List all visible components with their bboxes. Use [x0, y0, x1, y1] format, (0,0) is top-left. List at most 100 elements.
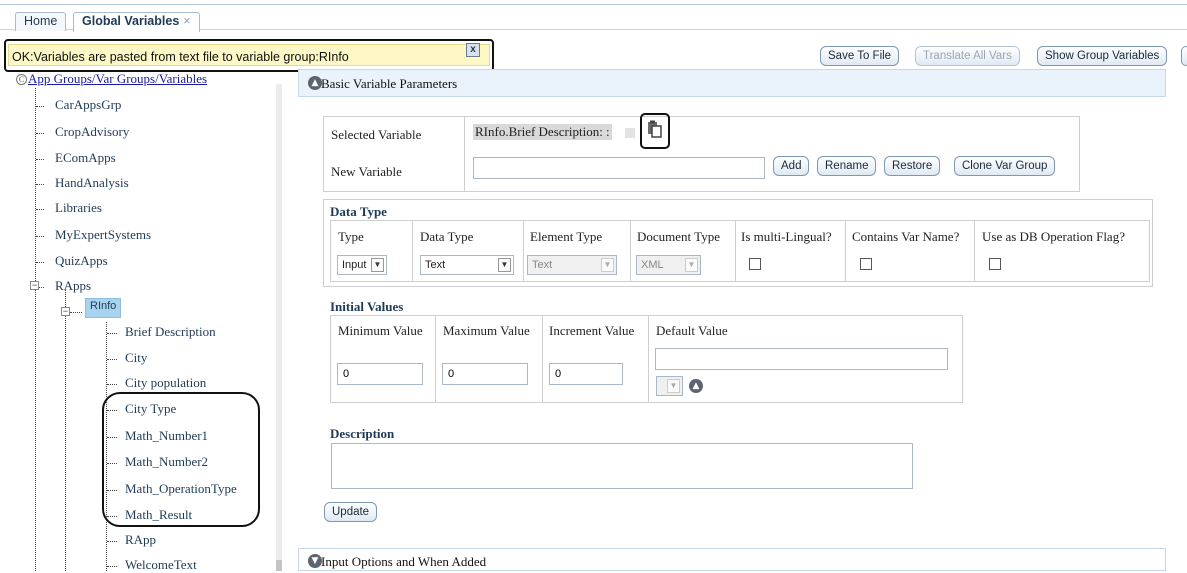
increment-value-input[interactable]	[549, 363, 623, 385]
document-type-select-value: XML	[641, 259, 664, 271]
header-contains-var-name: Contains Var Name?	[852, 229, 960, 244]
chevron-down-icon: ▼	[667, 379, 680, 393]
tree-connector	[107, 541, 117, 542]
header-element-type: Element Type	[530, 229, 603, 244]
tree-root-label[interactable]: App Groups/Var Groups/Variables	[28, 71, 207, 86]
tree-group-item[interactable]: Libraries	[55, 200, 102, 216]
tree-group-item[interactable]: CarAppsGrp	[55, 97, 121, 113]
input-options-header[interactable]: ▼ Input Options and When Added	[298, 548, 1166, 571]
expand-chevron-icon[interactable]: ▼	[308, 554, 322, 568]
variable-box-divider	[464, 116, 465, 192]
default-value-input[interactable]	[655, 348, 948, 370]
new-variable-input[interactable]	[473, 157, 765, 179]
chevron-down-icon: ▼	[371, 258, 384, 272]
new-variable-label: New Variable	[331, 164, 402, 179]
multi-lingual-checkbox[interactable]	[749, 258, 761, 270]
collapse-icon[interactable]: −	[30, 281, 39, 290]
db-operation-flag-checkbox[interactable]	[989, 258, 1001, 270]
notification-close-icon[interactable]: x	[466, 43, 480, 57]
rename-button[interactable]: Rename	[817, 156, 877, 176]
tree-connector	[107, 359, 117, 360]
document-type-select[interactable]: XML ▼	[636, 255, 701, 275]
initial-values-heading: Initial Values	[330, 299, 404, 314]
tab-home[interactable]: Home	[15, 12, 67, 31]
default-value-select[interactable]: ▼	[656, 376, 683, 396]
show-group-variables-button[interactable]: Show Group Variables	[1037, 46, 1168, 66]
tree-connector	[36, 106, 44, 107]
chevron-down-icon: ▼	[498, 258, 511, 272]
header-document-type: Document Type	[637, 229, 720, 244]
maximum-value-input[interactable]	[442, 363, 528, 385]
col-divider	[845, 220, 846, 282]
update-button[interactable]: Update	[324, 502, 378, 522]
collapse-chevron-icon[interactable]: ▲	[308, 76, 322, 90]
save-to-file-button[interactable]: Save To File	[820, 46, 900, 66]
tree-group-item[interactable]: RApps	[55, 278, 91, 294]
type-select-value: Input	[342, 259, 367, 271]
tab-strip: Home Global Variables ×	[0, 0, 1187, 32]
element-type-select-value: Text	[532, 259, 553, 271]
default-value-chevron-icon[interactable]: ▲	[689, 379, 703, 393]
tree-connector	[36, 184, 44, 185]
chevron-down-icon: ▼	[601, 258, 614, 272]
tree-group-item[interactable]: QuizApps	[55, 253, 108, 269]
tree-connector	[36, 159, 44, 160]
tree-connector	[107, 566, 117, 567]
highlight-circle	[102, 392, 260, 527]
tree-group-item[interactable]: MyExpertSystems	[55, 227, 151, 243]
header-type: Type	[338, 229, 364, 244]
selected-variable-label: Selected Variable	[331, 127, 422, 142]
data-type-select[interactable]: Text ▼	[420, 255, 514, 275]
tab-global-variables[interactable]: Global Variables ×	[73, 12, 200, 32]
tree-variable-item[interactable]: Brief Description	[125, 324, 216, 340]
col-divider	[630, 220, 631, 282]
tree-group-item[interactable]: HandAnalysis	[55, 175, 129, 191]
header-minimum-value: Minimum Value	[338, 323, 423, 338]
contains-var-name-checkbox[interactable]	[860, 258, 872, 270]
header-multi-lingual: Is multi-Lingual?	[741, 229, 832, 244]
type-select[interactable]: Input ▼	[337, 255, 387, 275]
tree-scrollbar-thumb[interactable]	[276, 560, 282, 571]
tree-scrollbar[interactable]	[276, 84, 282, 571]
col-divider	[435, 315, 436, 403]
collapse-icon-rinfo[interactable]: −	[61, 307, 70, 316]
data-type-select-value: Text	[425, 259, 446, 271]
data-type-heading: Data Type	[330, 204, 387, 219]
restore-button[interactable]: Restore	[884, 156, 941, 176]
tree-subgroup-rinfo[interactable]: RInfo	[85, 298, 122, 318]
tree-connector	[36, 133, 44, 134]
header-data-type: Data Type	[420, 229, 474, 244]
header-increment-value: Increment Value	[549, 323, 635, 338]
clone-var-group-button[interactable]: Clone Var Group	[954, 156, 1056, 176]
basic-params-header[interactable]: ▲ Basic Variable Parameters	[298, 69, 1166, 97]
minimum-value-input[interactable]	[337, 363, 423, 385]
col-divider	[974, 220, 975, 282]
notification-message: OK:Variables are pasted from text file t…	[12, 50, 349, 64]
tab-close-icon[interactable]: ×	[183, 14, 190, 28]
extra-button[interactable]	[1181, 46, 1187, 66]
basic-params-title: Basic Variable Parameters	[321, 76, 458, 91]
translate-all-vars-button[interactable]: Translate All Vars	[915, 46, 1020, 66]
tree-root[interactable]: C App Groups/Var Groups/Variables	[16, 71, 207, 87]
tree-connector	[36, 262, 44, 263]
tree-variable-item[interactable]: City	[125, 350, 147, 366]
paste-icon[interactable]	[647, 120, 663, 138]
tree-variable-item[interactable]: City population	[125, 375, 206, 391]
col-divider	[542, 315, 543, 403]
top-border	[0, 4, 1187, 5]
tree-connector	[107, 384, 117, 385]
selected-variable-value: RInfo.Brief Description: :	[473, 124, 612, 140]
tab-global-variables-label: Global Variables	[82, 14, 180, 28]
header-maximum-value: Maximum Value	[443, 323, 530, 338]
add-button[interactable]: Add	[773, 156, 810, 176]
variable-box	[323, 116, 1080, 192]
description-heading: Description	[330, 426, 395, 441]
tree-group-item[interactable]: EComApps	[55, 150, 116, 166]
tree-group-item[interactable]: CropAdvisory	[55, 124, 129, 140]
selected-variable-spacer	[625, 128, 635, 138]
col-divider	[523, 220, 524, 282]
description-textarea[interactable]	[331, 443, 913, 489]
tree-variable-item[interactable]: RApp	[125, 532, 156, 548]
element-type-select[interactable]: Text ▼	[527, 255, 617, 275]
col-divider	[735, 220, 736, 282]
